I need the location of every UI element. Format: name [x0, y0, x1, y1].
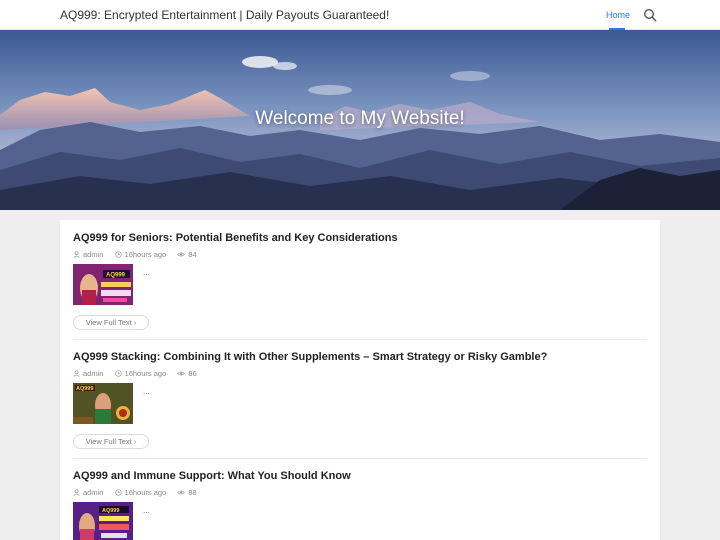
eye-icon	[177, 490, 186, 495]
clock-icon	[114, 251, 122, 258]
post-author[interactable]: admin	[83, 250, 103, 259]
search-icon[interactable]	[643, 8, 657, 22]
post-views: 86	[188, 368, 197, 378]
post-thumbnail[interactable]: AQ999	[73, 502, 133, 540]
post-divider	[73, 458, 647, 459]
chevron-right-icon: ›	[133, 318, 137, 327]
post-meta: admin 16hours ago 84	[73, 249, 206, 261]
post-meta: admin 16hours ago 86	[73, 368, 206, 380]
post-title[interactable]: AQ999 for Seniors: Potential Benefits an…	[73, 232, 398, 244]
clock-icon	[114, 489, 122, 496]
view-full-text-button[interactable]: View Full Text ›	[73, 434, 149, 449]
post-views: 88	[188, 487, 197, 497]
svg-text:AQ999: AQ999	[102, 508, 119, 514]
post-thumbnail[interactable]: AQ999	[73, 383, 133, 424]
clock-icon	[114, 370, 122, 377]
view-full-text-button[interactable]: View Full Text ›	[73, 315, 149, 330]
button-label: View Full Text	[85, 318, 132, 327]
chevron-right-icon: ›	[133, 437, 137, 446]
nav-item-home[interactable]: Home	[606, 10, 630, 20]
user-icon	[73, 251, 80, 258]
post-title[interactable]: AQ999 and Immune Support: What You Shoul…	[73, 470, 351, 482]
post-excerpt: ...	[143, 387, 150, 396]
post-divider	[73, 339, 647, 340]
hero-title: Welcome to My Website!	[255, 108, 465, 129]
user-icon	[73, 370, 80, 377]
post-title[interactable]: AQ999 Stacking: Combining It with Other …	[73, 351, 547, 363]
eye-icon	[177, 371, 186, 376]
top-navbar: AQ999: Encrypted Entertainment | Daily P…	[0, 0, 720, 30]
post-excerpt: ...	[143, 506, 150, 515]
button-label: View Full Text	[85, 437, 132, 446]
post-time: 16hours ago	[124, 249, 167, 259]
post-author[interactable]: admin	[83, 488, 103, 497]
svg-text:AQ999: AQ999	[76, 386, 93, 392]
user-icon	[73, 489, 80, 496]
eye-icon	[177, 252, 186, 257]
hero-banner: Welcome to My Website!	[0, 30, 720, 210]
post-thumbnail[interactable]: AQ999	[73, 264, 133, 305]
post-author[interactable]: admin	[83, 369, 103, 378]
svg-text:AQ999: AQ999	[106, 273, 126, 279]
site-title[interactable]: AQ999: Encrypted Entertainment | Daily P…	[60, 8, 389, 22]
post-meta: admin 16hours ago 88	[73, 487, 206, 499]
post-views: 84	[188, 249, 197, 259]
post-list: AQ999 for Seniors: Potential Benefits an…	[60, 220, 660, 540]
post-time: 16hours ago	[124, 368, 167, 378]
post-time: 16hours ago	[124, 487, 167, 497]
post-excerpt: ...	[143, 268, 150, 277]
